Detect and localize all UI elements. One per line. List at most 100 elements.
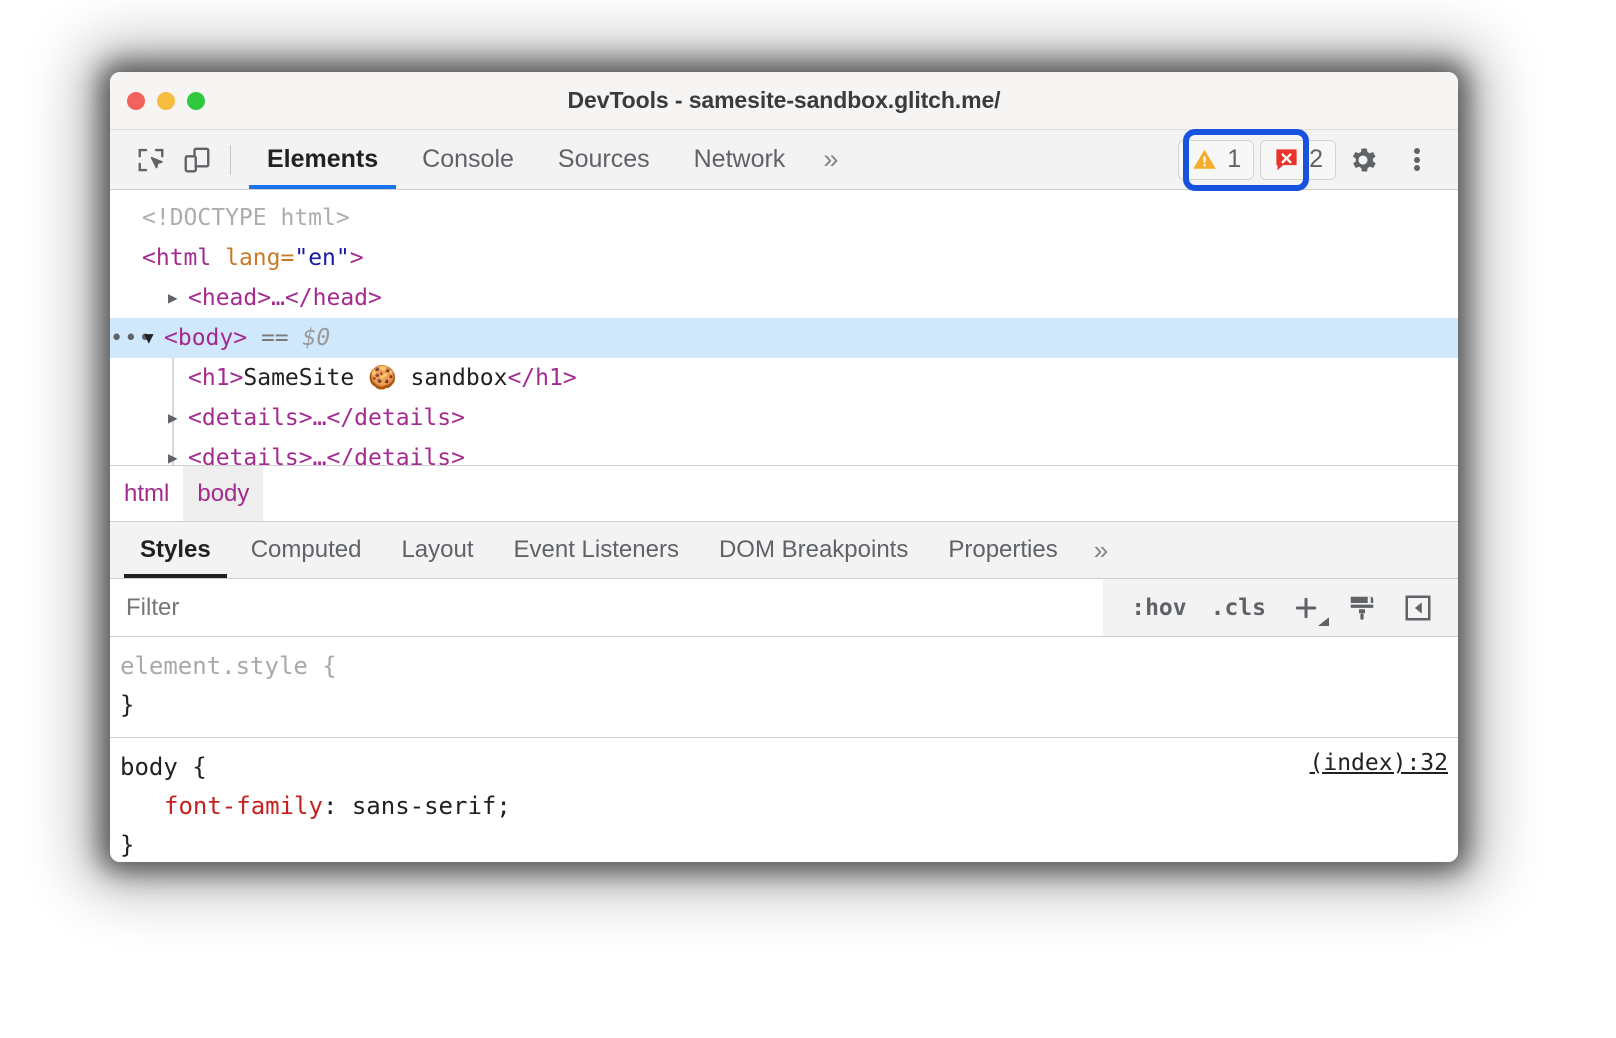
style-rule-body[interactable]: (index):32 body { font-family: sans-seri…: [110, 738, 1458, 862]
expand-triangle-icon[interactable]: ▶: [168, 438, 188, 465]
rule-selector-line: element.style {: [120, 647, 1444, 686]
breadcrumb-item-body[interactable]: body: [183, 466, 263, 521]
rule-selector[interactable]: body: [120, 753, 178, 781]
rule-close-line: }: [120, 686, 1444, 725]
dom-row-h1[interactable]: <h1>SameSite 🍪 sandbox</h1>: [110, 358, 1458, 398]
warning-counter-button[interactable]: 1: [1178, 140, 1254, 180]
kebab-dot: [1414, 157, 1420, 163]
devtools-toolbar: Elements Console Sources Network »: [110, 130, 1458, 190]
html-lang-attr: lang=: [211, 245, 294, 271]
devtools-window: DevTools - samesite-sandbox.glitch.me/: [110, 72, 1458, 862]
tab-dom-breakpoints-label: DOM Breakpoints: [719, 536, 908, 564]
style-rule-element-style[interactable]: element.style { }: [110, 637, 1458, 738]
collapse-triangle-icon[interactable]: ▼: [144, 318, 164, 358]
minimize-button[interactable]: [157, 92, 175, 110]
rule-selector-line: body {: [120, 748, 1444, 787]
more-tabs-chevron-icon[interactable]: »: [807, 130, 854, 189]
window-title: DevTools - samesite-sandbox.glitch.me/: [110, 87, 1458, 114]
declaration-colon: :: [323, 792, 352, 820]
maximize-button[interactable]: [187, 92, 205, 110]
body-tag-text: <body>: [164, 325, 247, 351]
error-speech-bubble-icon: [1273, 146, 1300, 173]
filter-input[interactable]: [110, 579, 1103, 636]
dom-row-doctype[interactable]: <!DOCTYPE html>: [110, 198, 1458, 238]
computed-styles-paint-brush-icon[interactable]: [1336, 585, 1388, 631]
declaration-value[interactable]: sans-serif;: [352, 792, 511, 820]
tab-computed-label: Computed: [251, 536, 362, 564]
tab-elements-label: Elements: [267, 145, 378, 174]
rule-source-link[interactable]: (index):32: [1310, 750, 1448, 776]
tab-styles[interactable]: Styles: [120, 522, 231, 578]
toggle-hover-state-button[interactable]: :hov: [1121, 595, 1196, 621]
rule-open-brace: {: [192, 753, 206, 781]
tab-dom-breakpoints[interactable]: DOM Breakpoints: [699, 522, 928, 578]
styles-sidebar-tabs: Styles Computed Layout Event Listeners D…: [110, 521, 1458, 579]
head-tag-text: <head>…</head>: [188, 285, 382, 311]
tab-event-listeners-label: Event Listeners: [514, 536, 679, 564]
tab-elements[interactable]: Elements: [245, 130, 400, 189]
h1-open-tag: <h1>: [188, 365, 243, 391]
tab-sources[interactable]: Sources: [536, 130, 672, 189]
tab-sources-label: Sources: [558, 145, 650, 174]
show-computed-sidebar-icon[interactable]: [1392, 585, 1444, 631]
main-menu-kebab-icon[interactable]: [1390, 137, 1444, 183]
screenshot-root: DevTools - samesite-sandbox.glitch.me/: [0, 0, 1616, 1038]
tab-layout[interactable]: Layout: [381, 522, 493, 578]
tab-properties[interactable]: Properties: [928, 522, 1077, 578]
breadcrumb-label: html: [124, 480, 169, 508]
dom-row-head[interactable]: ▶<head>…</head>: [110, 278, 1458, 318]
new-style-rule-plus-icon[interactable]: [1280, 585, 1332, 631]
inspect-element-icon[interactable]: [128, 139, 174, 181]
doctype-text: <!DOCTYPE html>: [142, 205, 350, 231]
html-tag-open: <html: [142, 245, 211, 271]
close-button[interactable]: [127, 92, 145, 110]
h1-close-tag: </h1>: [507, 365, 576, 391]
breadcrumb: html body: [110, 465, 1458, 521]
h1-text: SameSite 🍪 sandbox: [243, 365, 507, 391]
kebab-dot: [1414, 148, 1420, 154]
dom-row-html[interactable]: <html lang="en">: [110, 238, 1458, 278]
panel-tabs: Elements Console Sources Network »: [245, 130, 854, 189]
declaration-property[interactable]: font-family: [164, 792, 323, 820]
breadcrumb-item-html[interactable]: html: [110, 466, 183, 521]
rule-close-brace: }: [120, 691, 134, 719]
expand-triangle-icon[interactable]: ▶: [168, 398, 188, 438]
window-controls[interactable]: [127, 92, 205, 110]
styles-filter-bar: :hov .cls: [110, 579, 1458, 637]
issue-counters: 1 2: [1178, 140, 1336, 180]
rule-close-brace: }: [120, 831, 134, 859]
details-tag-text: <details>…</details>: [188, 405, 465, 431]
more-sidebar-tabs-chevron-icon[interactable]: »: [1078, 522, 1124, 578]
toolbar-divider: [230, 145, 231, 175]
dom-tree: <!DOCTYPE html> <html lang="en"> ▶<head>…: [110, 190, 1458, 465]
badge-ellipsis-icon[interactable]: •••: [110, 319, 144, 359]
tab-computed[interactable]: Computed: [231, 522, 382, 578]
settings-gear-icon[interactable]: [1336, 137, 1390, 183]
dom-row-body[interactable]: •••▼<body> == $0: [110, 318, 1458, 358]
device-toolbar-icon[interactable]: [174, 139, 220, 181]
dom-row-details-2[interactable]: ▶<details>…</details>: [110, 438, 1458, 465]
rule-declaration[interactable]: font-family: sans-serif;: [120, 787, 1444, 826]
window-titlebar: DevTools - samesite-sandbox.glitch.me/: [110, 72, 1458, 130]
warning-count: 1: [1227, 145, 1241, 174]
warning-triangle-icon: [1191, 146, 1218, 173]
details-tag-text: <details>…</details>: [188, 445, 465, 465]
tab-network[interactable]: Network: [672, 130, 808, 189]
tab-event-listeners[interactable]: Event Listeners: [494, 522, 699, 578]
rule-selector[interactable]: element.style: [120, 652, 308, 680]
tab-network-label: Network: [694, 145, 786, 174]
expand-triangle-icon[interactable]: ▶: [168, 278, 188, 318]
error-count: 2: [1309, 145, 1323, 174]
tab-console-label: Console: [422, 145, 514, 174]
tab-layout-label: Layout: [401, 536, 473, 564]
tab-console[interactable]: Console: [400, 130, 536, 189]
breadcrumb-label: body: [197, 480, 249, 508]
kebab-dot: [1414, 165, 1420, 171]
dom-row-details-1[interactable]: ▶<details>…</details>: [110, 398, 1458, 438]
html-tag-close: >: [350, 245, 364, 271]
tab-properties-label: Properties: [948, 536, 1057, 564]
error-counter-button[interactable]: 2: [1260, 140, 1336, 180]
toggle-class-button[interactable]: .cls: [1201, 595, 1276, 621]
styles-rules-pane: element.style { } (index):32 body { font…: [110, 637, 1458, 862]
html-lang-value: "en": [294, 245, 349, 271]
